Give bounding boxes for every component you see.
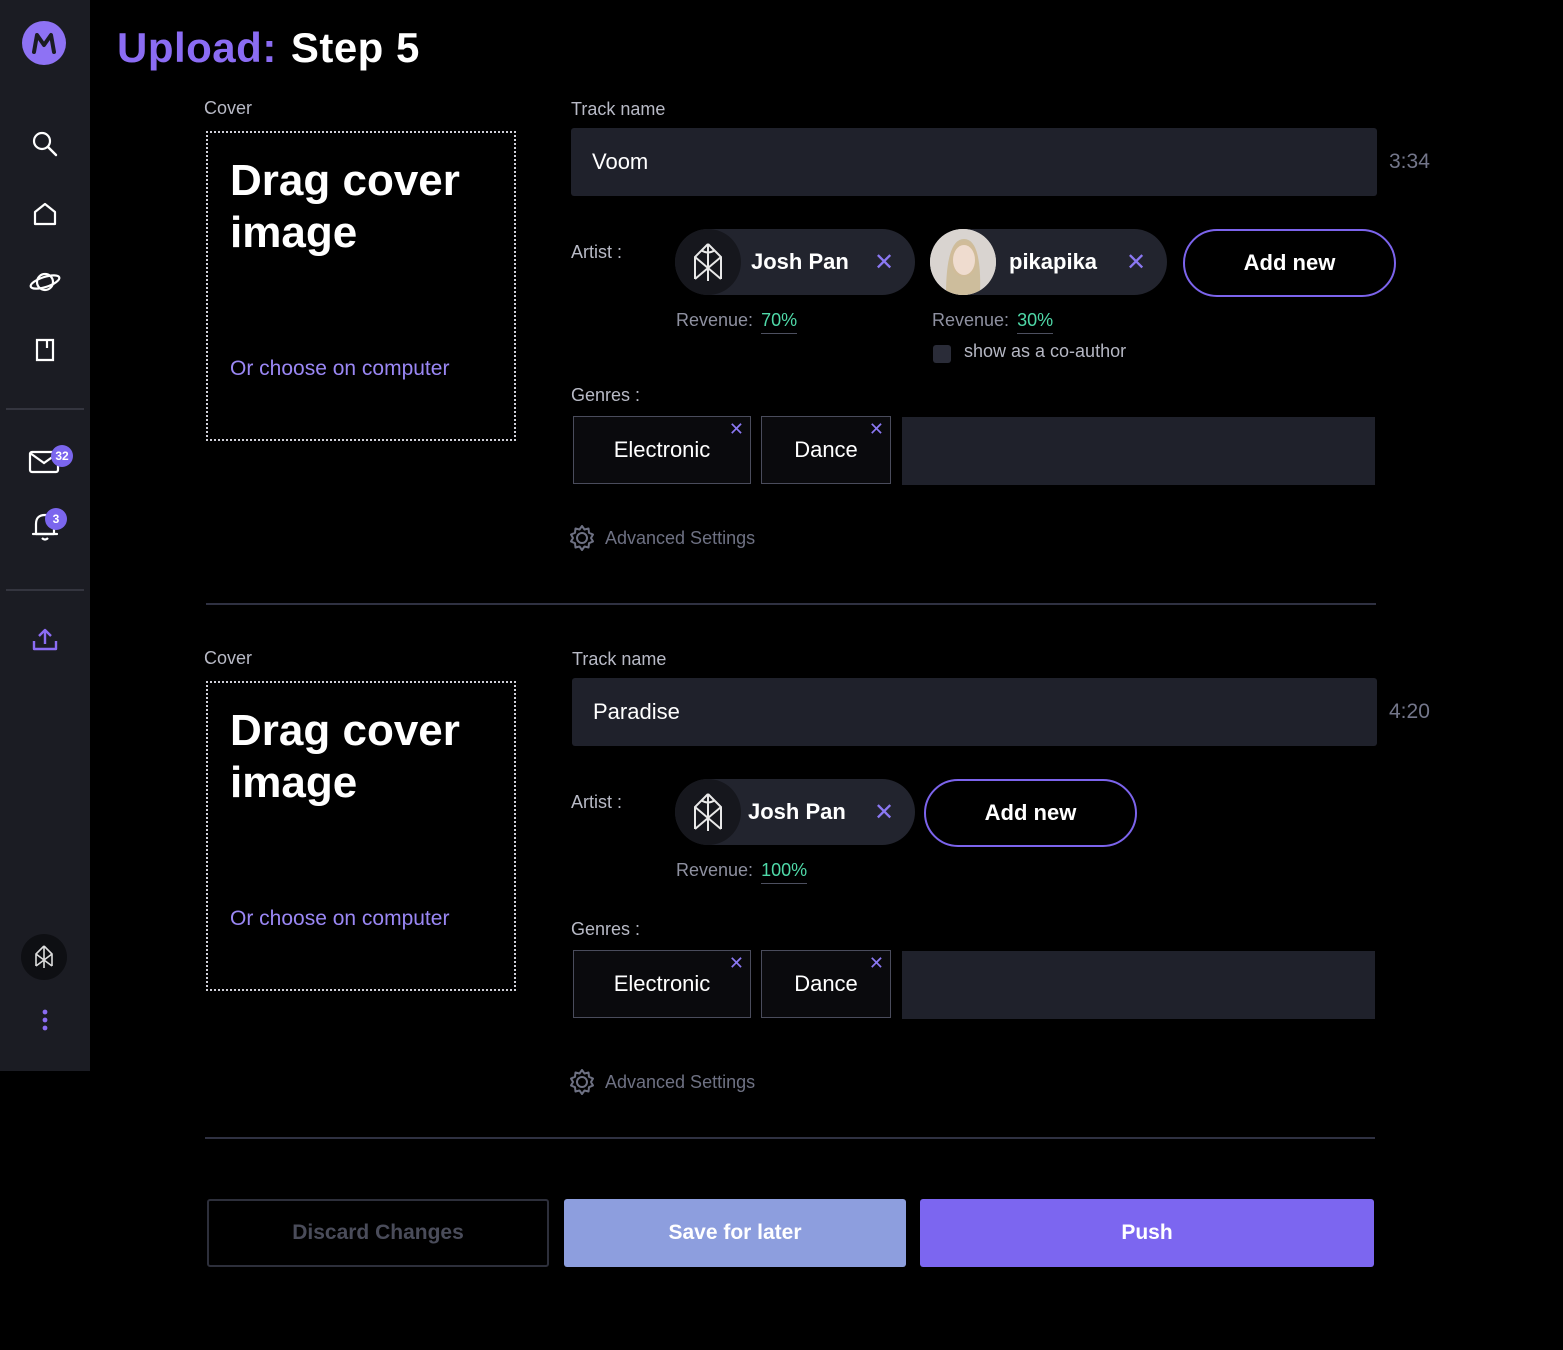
profile-avatar[interactable] [21, 934, 67, 980]
artist-avatar [675, 229, 741, 295]
revenue-share: Revenue: 100% [676, 860, 808, 884]
notification-badge: 3 [45, 508, 67, 530]
genre-input[interactable] [902, 951, 1375, 1019]
genre-tag: Electronic ✕ [573, 416, 751, 484]
app-logo-icon[interactable] [22, 21, 66, 65]
genres-label: Genres : [571, 919, 641, 939]
discard-changes-button[interactable]: Discard Changes [207, 1199, 549, 1267]
gear-icon [570, 1069, 594, 1095]
sidebar: 32 3 [0, 0, 90, 1071]
advanced-settings-link[interactable]: Advanced Settings [568, 524, 755, 552]
artist-name: Josh Pan [748, 799, 846, 824]
planet-icon[interactable] [0, 262, 90, 302]
choose-file-link[interactable]: Or choose on computer [230, 903, 490, 935]
add-artist-button[interactable]: Add new [1183, 229, 1396, 297]
artist-label: Artist : [571, 792, 623, 812]
remove-genre-icon[interactable]: ✕ [729, 419, 744, 440]
artist-avatar [930, 229, 996, 295]
genre-tag: Dance ✕ [761, 950, 891, 1018]
remove-artist-icon[interactable]: ✕ [1126, 248, 1146, 277]
track-name-label: Track name [571, 99, 666, 119]
cover-drop-text: Drag cover image [230, 706, 460, 807]
add-artist-button[interactable]: Add new [924, 779, 1137, 847]
genre-name: Electronic [613, 971, 711, 996]
revenue-share: Revenue: 70% [676, 310, 798, 334]
page-title: Upload: Step 5 [117, 24, 420, 71]
search-icon[interactable] [0, 124, 90, 164]
mail-icon[interactable] [0, 442, 90, 482]
gear-icon [570, 525, 594, 551]
revenue-value[interactable]: 70% [761, 310, 798, 334]
track-name-label: Track name [572, 649, 667, 669]
upload-icon[interactable] [0, 620, 90, 660]
cover-dropzone[interactable]: Drag cover image Or choose on computer [206, 131, 516, 441]
genre-name: Dance [794, 437, 858, 462]
genre-tag: Dance ✕ [761, 416, 891, 484]
save-for-later-button[interactable]: Save for later [564, 1199, 906, 1267]
home-icon[interactable] [0, 194, 90, 234]
revenue-value[interactable]: 30% [1017, 310, 1054, 334]
sidebar-divider [6, 589, 84, 591]
push-button[interactable]: Push [920, 1199, 1374, 1267]
track-name-input[interactable]: Voom [571, 128, 1377, 196]
sidebar-divider [6, 408, 84, 410]
choose-file-link[interactable]: Or choose on computer [230, 353, 490, 385]
genre-input[interactable] [902, 417, 1375, 485]
coauthor-label: show as a co-author [964, 341, 1127, 361]
remove-genre-icon[interactable]: ✕ [729, 953, 744, 974]
advanced-settings-label: Advanced Settings [605, 1071, 756, 1092]
cover-label: Cover [204, 98, 253, 118]
more-vertical-icon[interactable] [0, 1000, 90, 1040]
artist-chip: Josh Pan ✕ [675, 229, 915, 295]
library-icon[interactable] [0, 330, 90, 370]
coauthor-checkbox[interactable] [933, 345, 951, 363]
genre-tag: Electronic ✕ [573, 950, 751, 1018]
cover-drop-text: Drag cover image [230, 156, 460, 257]
remove-genre-icon[interactable]: ✕ [869, 953, 884, 974]
artist-chip: Josh Pan ✕ [675, 779, 915, 845]
section-divider [205, 1137, 1375, 1139]
genres-label: Genres : [571, 385, 641, 405]
artist-avatar [675, 779, 741, 845]
track-duration: 4:20 [1389, 700, 1430, 723]
genre-name: Electronic [613, 437, 711, 462]
remove-artist-icon[interactable]: ✕ [874, 798, 894, 827]
mail-badge: 32 [51, 445, 73, 467]
artist-chip: pikapika ✕ [930, 229, 1167, 295]
cover-label: Cover [204, 648, 253, 668]
section-divider [206, 603, 1376, 605]
genre-name: Dance [794, 971, 858, 996]
artist-label: Artist : [571, 242, 623, 262]
remove-genre-icon[interactable]: ✕ [869, 419, 884, 440]
advanced-settings-link[interactable]: Advanced Settings [568, 1068, 755, 1096]
advanced-settings-label: Advanced Settings [605, 527, 756, 548]
revenue-value[interactable]: 100% [761, 860, 808, 884]
artist-name: pikapika [1009, 249, 1098, 274]
remove-artist-icon[interactable]: ✕ [874, 248, 894, 277]
track-name-input[interactable]: Paradise [572, 678, 1377, 746]
cover-dropzone[interactable]: Drag cover image Or choose on computer [206, 681, 516, 991]
artist-name: Josh Pan [751, 249, 849, 274]
track-duration: 3:34 [1389, 150, 1430, 173]
revenue-share: Revenue: 30% [932, 310, 1054, 334]
bell-icon[interactable] [0, 506, 90, 546]
